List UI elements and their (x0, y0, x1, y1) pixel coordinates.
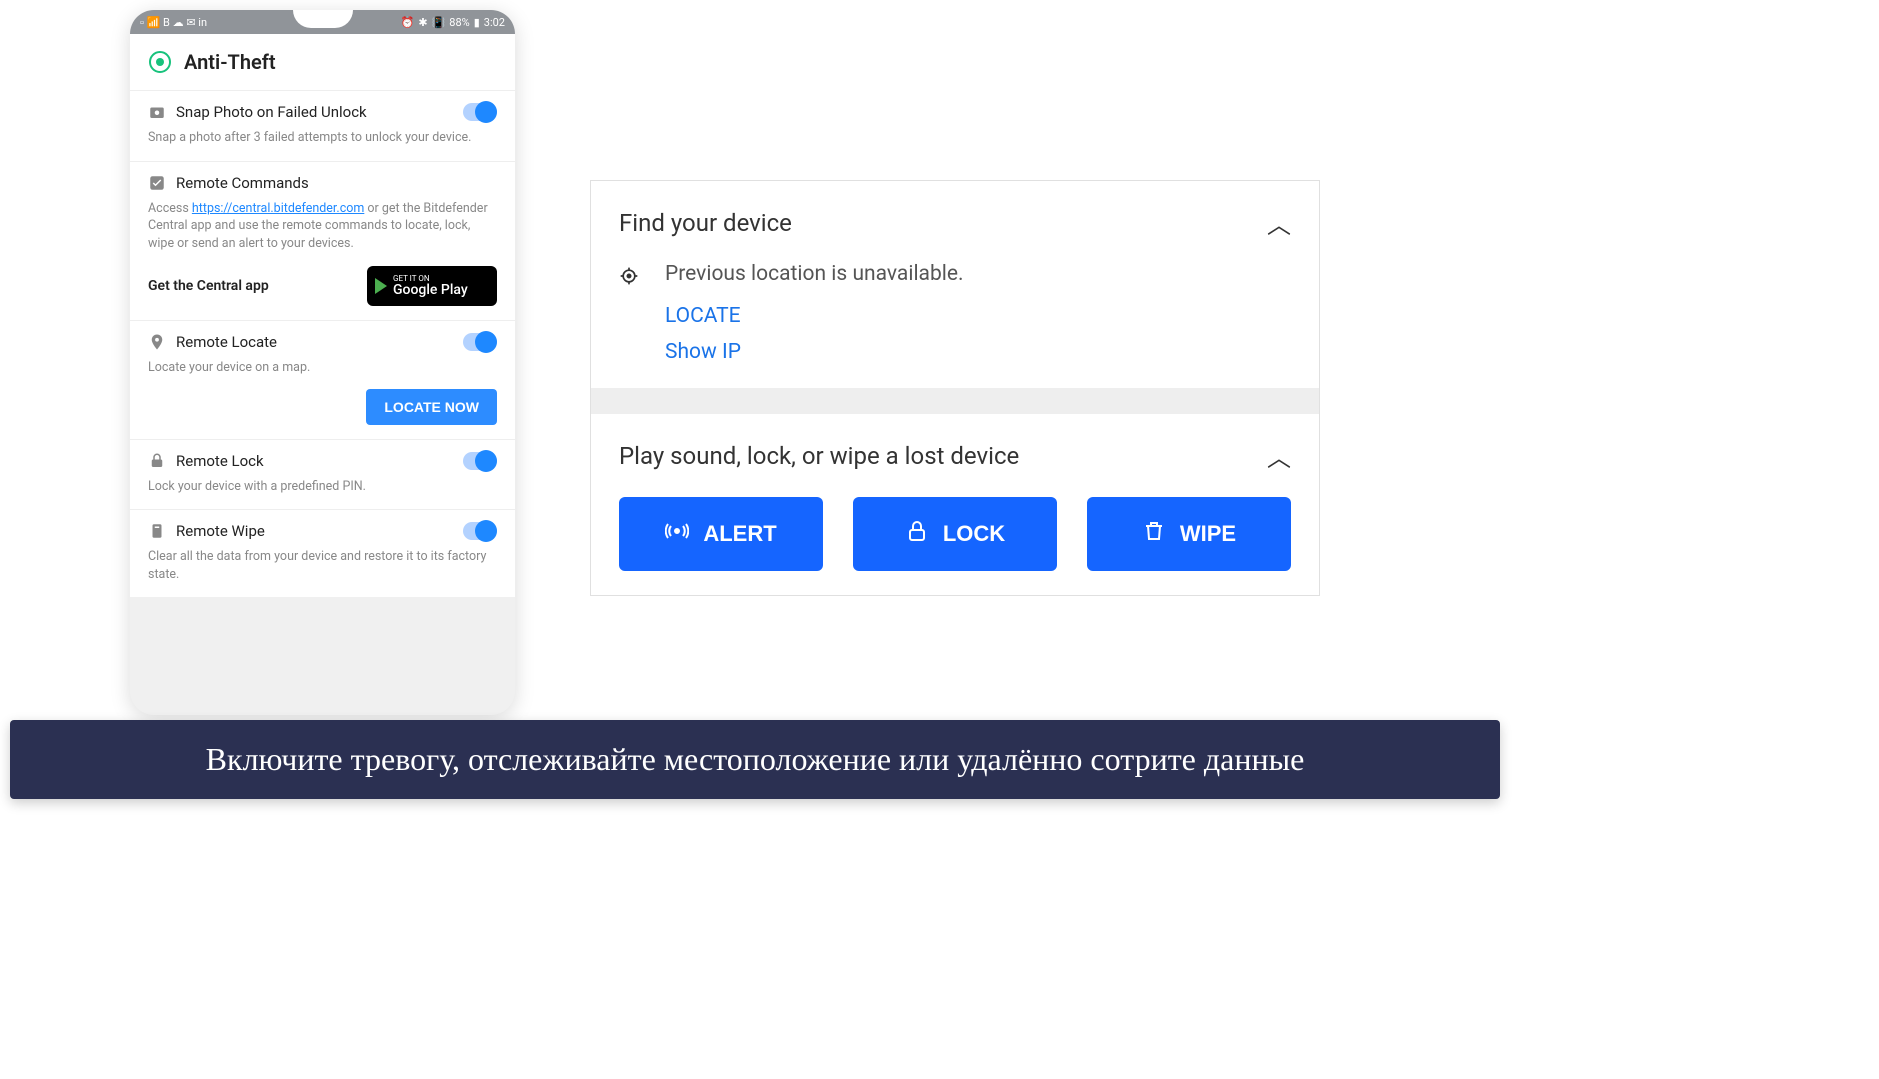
status-icons-left: ▫ 📶 B ☁ ✉ in (140, 16, 207, 29)
commands-icon (148, 174, 166, 192)
play-icon (375, 278, 387, 294)
remote-wipe-desc: Clear all the data from your device and … (148, 548, 497, 583)
phone-mockup: ▫ 📶 B ☁ ✉ in ⏰ ✱ 📳 88% ▮ 3:02 Anti-Theft… (130, 10, 515, 715)
panel-divider (591, 388, 1319, 414)
central-link[interactable]: https://central.bitdefender.com (192, 201, 364, 216)
app-header: Anti-Theft (130, 34, 515, 91)
snap-photo-section: Snap Photo on Failed Unlock Snap a photo… (130, 91, 515, 162)
get-central-label: Get the Central app (148, 278, 269, 294)
snap-desc: Snap a photo after 3 failed attempts to … (148, 129, 497, 147)
find-device-section: Find your device ︿ Previous location is … (591, 181, 1319, 388)
camera-icon (148, 103, 166, 121)
broadcast-icon (665, 519, 689, 549)
wipe-icon (148, 522, 166, 540)
vibrate-icon: 📳 (432, 16, 446, 29)
lock-toggle[interactable] (463, 452, 497, 470)
lock-button[interactable]: LOCK (853, 497, 1057, 571)
find-device-title: Find your device (619, 209, 792, 237)
remote-lock-section: Remote Lock Lock your device with a pred… (130, 440, 515, 511)
locate-now-button[interactable]: LOCATE NOW (366, 389, 497, 425)
anti-theft-icon (148, 50, 172, 74)
snap-title: Snap Photo on Failed Unlock (176, 103, 453, 121)
trash-icon (1142, 519, 1166, 549)
bluetooth-icon: ✱ (418, 16, 427, 29)
wipe-button[interactable]: WIPE (1087, 497, 1291, 571)
remote-wipe-section: Remote Wipe Clear all the data from your… (130, 510, 515, 597)
wipe-toggle[interactable] (463, 522, 497, 540)
prev-location-text: Previous location is unavailable. (665, 262, 964, 286)
remote-locate-title: Remote Locate (176, 333, 453, 351)
locate-link[interactable]: LOCATE (665, 304, 964, 328)
snap-toggle[interactable] (463, 103, 497, 121)
actions-section: Play sound, lock, or wipe a lost device … (591, 414, 1319, 595)
lock-icon (905, 519, 929, 549)
remote-commands-section: Remote Commands Access https://central.b… (130, 162, 515, 322)
chevron-up-icon[interactable]: ︿ (1267, 438, 1291, 473)
notch (293, 10, 353, 28)
actions-title: Play sound, lock, or wipe a lost device (619, 442, 1019, 470)
remote-wipe-title: Remote Wipe (176, 522, 453, 540)
target-icon (619, 266, 639, 286)
app-title: Anti-Theft (184, 50, 276, 74)
alert-button[interactable]: ALERT (619, 497, 823, 571)
remote-commands-desc: Access https://central.bitdefender.com o… (148, 200, 497, 253)
locate-icon (148, 333, 166, 351)
battery-icon: ▮ (474, 16, 480, 29)
clock: 3:02 (484, 16, 505, 29)
remote-lock-title: Remote Lock (176, 452, 453, 470)
remote-locate-section: Remote Locate Locate your device on a ma… (130, 321, 515, 440)
alarm-icon: ⏰ (401, 16, 415, 29)
caption-bar: Включите тревогу, отслеживайте местополо… (10, 720, 1500, 799)
chevron-up-icon[interactable]: ︿ (1267, 205, 1291, 240)
google-play-badge[interactable]: GET IT ON Google Play (367, 266, 497, 306)
status-bar: ▫ 📶 B ☁ ✉ in ⏰ ✱ 📳 88% ▮ 3:02 (130, 10, 515, 34)
remote-lock-desc: Lock your device with a predefined PIN. (148, 478, 497, 496)
web-panel: Find your device ︿ Previous location is … (590, 180, 1320, 596)
show-ip-link[interactable]: Show IP (665, 340, 964, 364)
remote-locate-desc: Locate your device on a map. (148, 359, 497, 377)
lock-icon (148, 452, 166, 470)
remote-commands-title: Remote Commands (176, 174, 497, 192)
locate-toggle[interactable] (463, 333, 497, 351)
battery-pct: 88% (449, 16, 469, 29)
